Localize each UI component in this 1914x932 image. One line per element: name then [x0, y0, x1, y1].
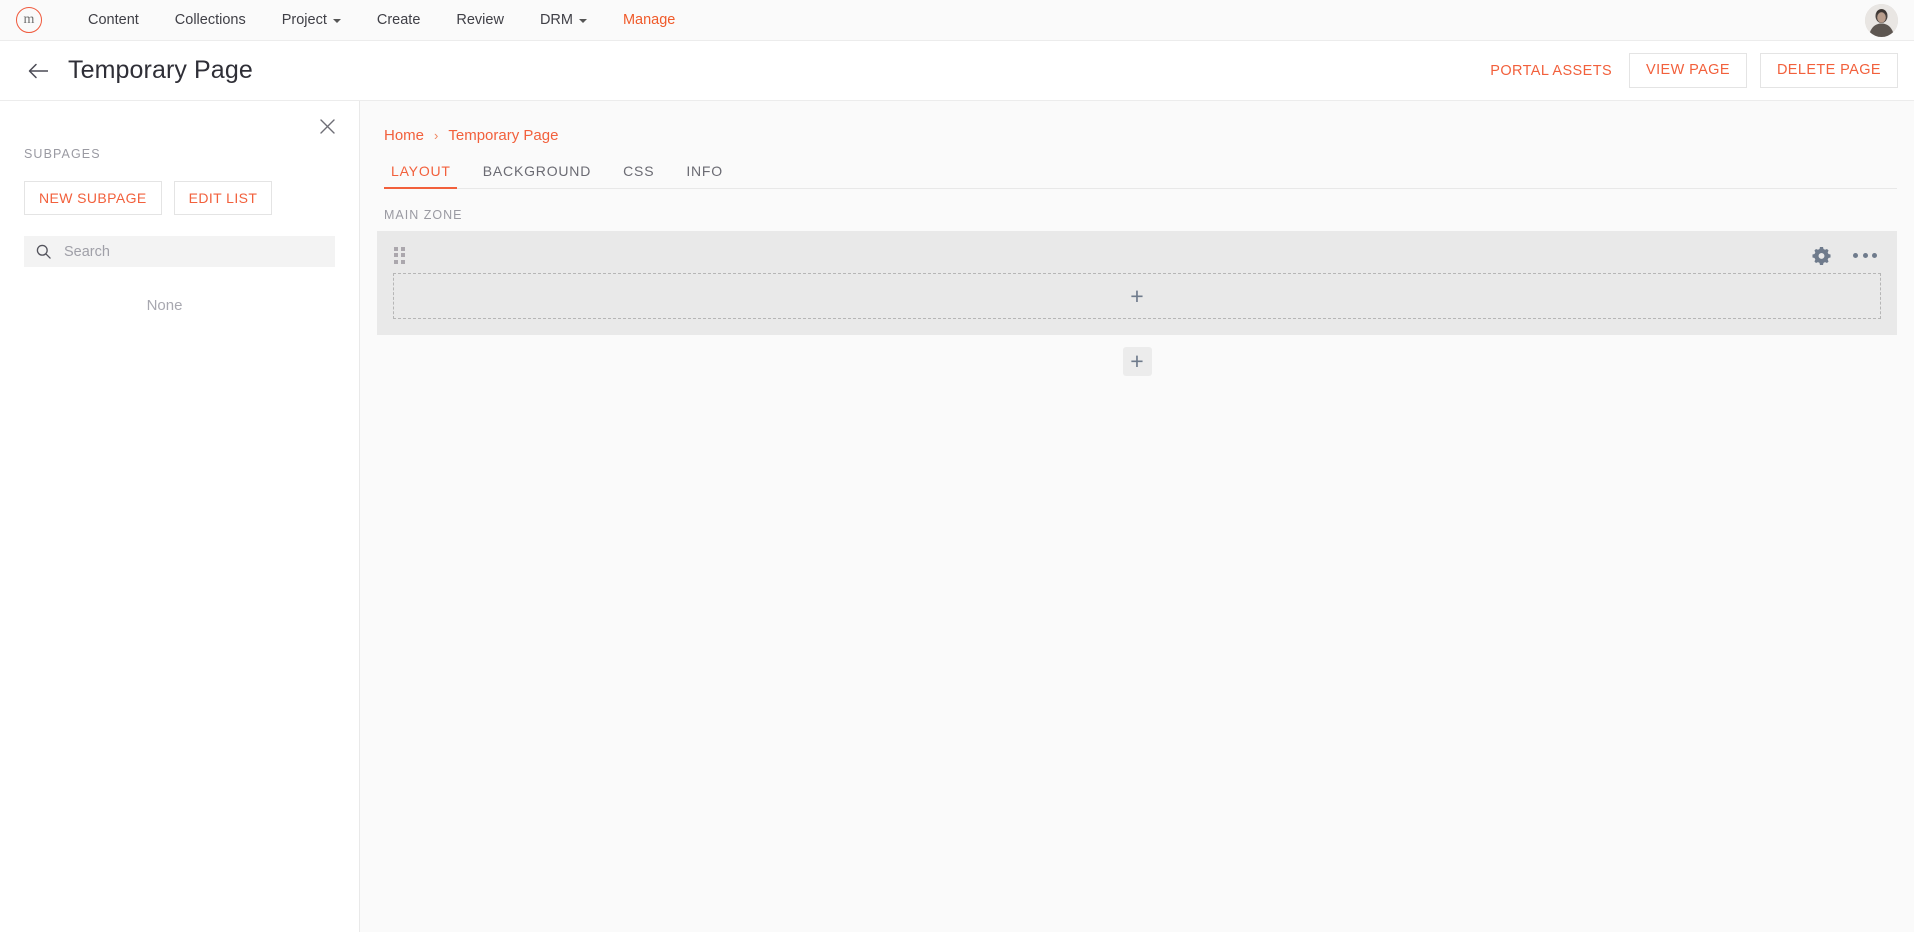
page-editor-tabs: LAYOUT BACKGROUND CSS INFO [384, 163, 1897, 189]
nav-item-label: Project [282, 0, 327, 41]
page-actions: PORTAL ASSETS VIEW PAGE DELETE PAGE [1486, 53, 1898, 88]
tab-label: INFO [686, 163, 723, 179]
tab-layout[interactable]: LAYOUT [384, 163, 467, 188]
tab-label: LAYOUT [391, 163, 451, 179]
search-input[interactable] [62, 243, 323, 261]
tab-label: CSS [623, 163, 654, 179]
avatar-photo [1865, 4, 1898, 37]
plus-icon: + [1130, 350, 1143, 373]
search-icon [36, 244, 51, 259]
breadcrumb: Home › Temporary Page [377, 101, 1897, 144]
subpages-empty-state: None [24, 297, 335, 314]
page-title: Temporary Page [68, 56, 253, 85]
tab-info[interactable]: INFO [670, 163, 739, 188]
main-zone-label: MAIN ZONE [384, 208, 1897, 222]
nav-item-create[interactable]: Create [359, 0, 439, 41]
close-icon[interactable] [316, 115, 338, 137]
edit-list-button[interactable]: EDIT LIST [174, 181, 273, 215]
top-nav-items: Content Collections Project Create Revie… [70, 0, 693, 41]
breadcrumb-home[interactable]: Home [384, 127, 424, 144]
chevron-down-icon [579, 19, 587, 23]
more-options-icon[interactable] [1853, 253, 1877, 258]
tab-label: BACKGROUND [483, 163, 591, 179]
drag-handle-icon[interactable] [394, 247, 405, 264]
portal-assets-link[interactable]: PORTAL ASSETS [1486, 63, 1616, 79]
chevron-down-icon [333, 19, 341, 23]
nav-item-review[interactable]: Review [438, 0, 522, 41]
new-subpage-button[interactable]: NEW SUBPAGE [24, 181, 162, 215]
main-content: Home › Temporary Page LAYOUT BACKGROUND … [360, 101, 1914, 932]
add-component-plus-icon[interactable]: + [1130, 285, 1143, 308]
top-navigation-bar: m Content Collections Project Create Rev… [0, 0, 1914, 41]
nav-item-collections[interactable]: Collections [157, 0, 264, 41]
zone-drop-area[interactable]: + [393, 273, 1881, 319]
nav-item-label: Content [88, 0, 139, 41]
arrow-left-icon[interactable] [26, 58, 52, 84]
gear-icon[interactable] [1812, 246, 1831, 265]
nav-item-label: DRM [540, 0, 573, 41]
nav-item-content[interactable]: Content [70, 0, 157, 41]
tab-background[interactable]: BACKGROUND [467, 163, 607, 188]
breadcrumb-separator-icon: › [434, 128, 438, 143]
user-avatar[interactable] [1865, 4, 1898, 37]
main-zone-panel: + [377, 231, 1897, 335]
nav-item-label: Manage [623, 0, 675, 41]
app-logo[interactable]: m [16, 7, 42, 33]
breadcrumb-current[interactable]: Temporary Page [448, 127, 558, 144]
subpage-search-box[interactable] [24, 236, 335, 267]
nav-item-drm[interactable]: DRM [522, 0, 605, 41]
zone-toolbar [393, 241, 1881, 269]
page-body: SUBPAGES NEW SUBPAGE EDIT LIST None Home… [0, 101, 1914, 932]
add-zone-button[interactable]: + [1123, 347, 1152, 376]
view-page-button[interactable]: VIEW PAGE [1629, 53, 1747, 88]
nav-item-label: Review [456, 0, 504, 41]
delete-page-button[interactable]: DELETE PAGE [1760, 53, 1898, 88]
nav-item-label: Collections [175, 0, 246, 41]
sidebar-heading: SUBPAGES [24, 147, 335, 161]
sidebar-button-row: NEW SUBPAGE EDIT LIST [24, 181, 335, 215]
logo-letter: m [24, 12, 35, 28]
nav-item-project[interactable]: Project [264, 0, 359, 41]
add-zone-row: + [377, 347, 1897, 376]
zone-tool-buttons [1812, 246, 1881, 265]
page-title-bar: Temporary Page PORTAL ASSETS VIEW PAGE D… [0, 41, 1914, 101]
tab-css[interactable]: CSS [607, 163, 670, 188]
subpages-sidebar: SUBPAGES NEW SUBPAGE EDIT LIST None [0, 101, 360, 932]
nav-item-manage[interactable]: Manage [605, 0, 693, 41]
nav-item-label: Create [377, 0, 421, 41]
